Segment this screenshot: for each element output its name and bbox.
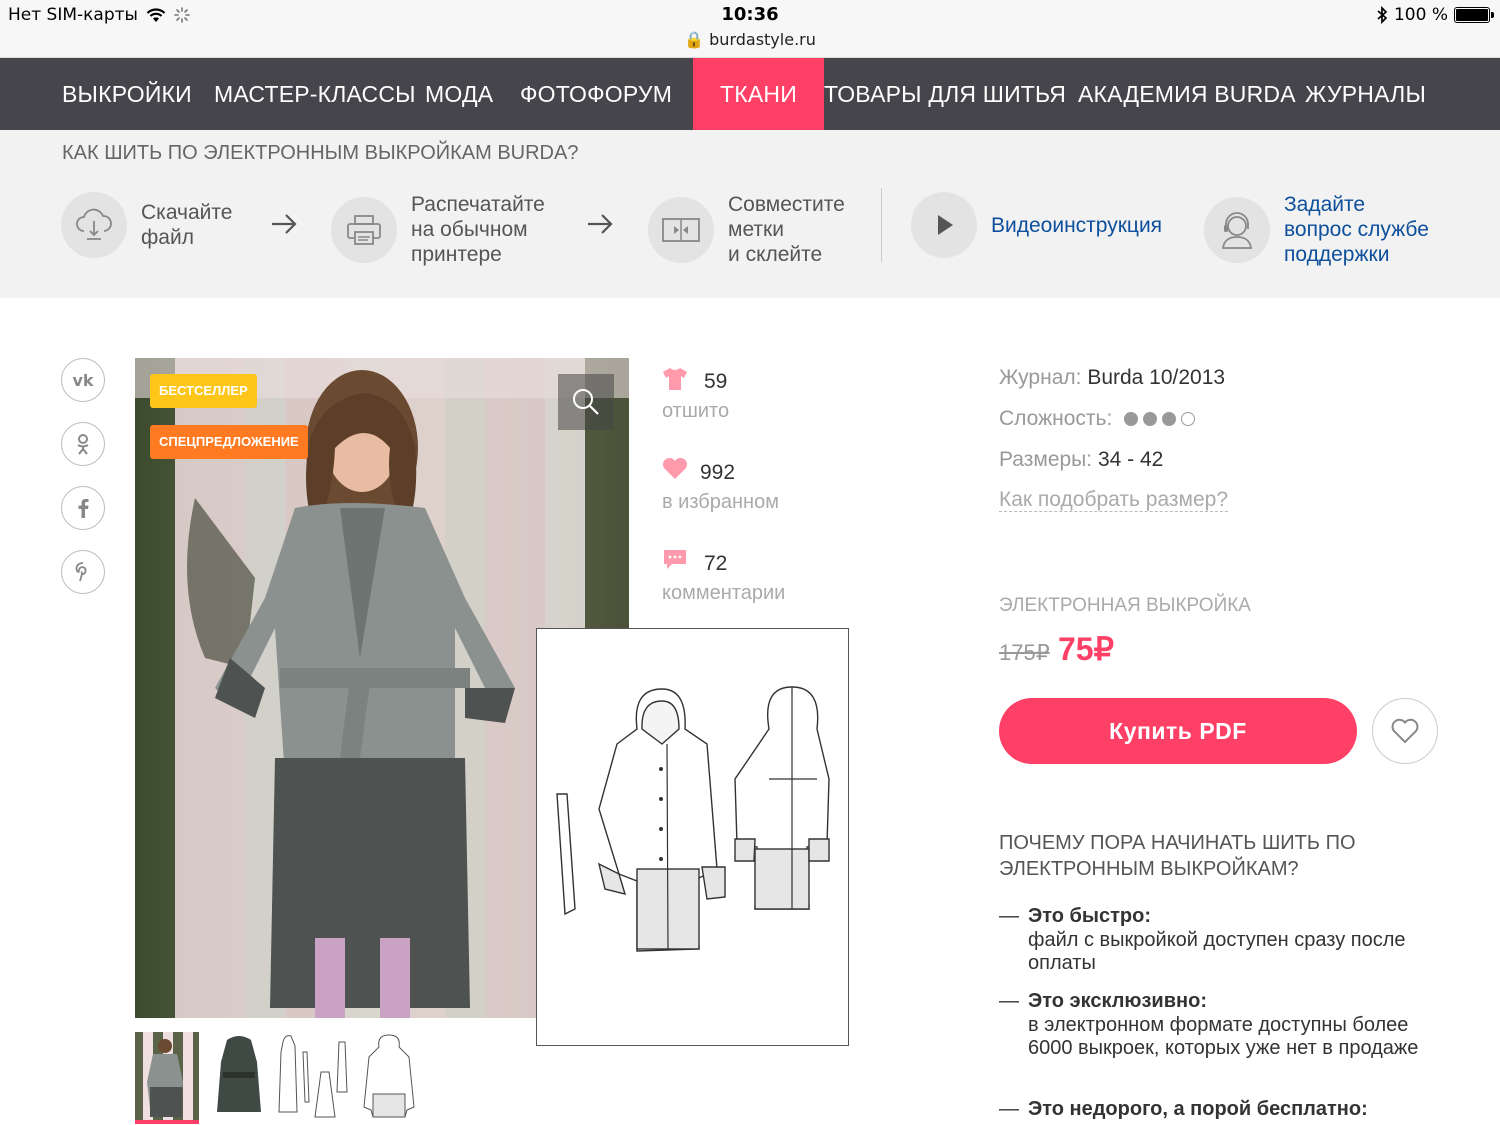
badge-bestseller: БЕСТСЕЛЛЕР: [150, 374, 257, 408]
thumbnail-3[interactable]: [277, 1032, 348, 1120]
buy-pdf-button[interactable]: Купить PDF: [999, 698, 1357, 764]
arrow-right-icon: [272, 214, 297, 234]
difficulty-dots: [1124, 412, 1196, 427]
pattern-type-label: ЭЛЕКТРОННАЯ ВЫКРОЙКА: [999, 595, 1251, 616]
play-icon[interactable]: [911, 192, 977, 258]
why-title: ПОЧЕМУ ПОРА НАЧИНАТЬ ШИТЬ ПО ЭЛЕКТРОННЫМ…: [999, 832, 1356, 880]
reason-exclusive-title: Это эксклюзивно:: [1028, 990, 1207, 1012]
stat-sewn-value: 59: [704, 370, 728, 393]
howto-strip: КАК ШИТЬ ПО ЭЛЕКТРОННЫМ ВЫКРОЙКАМ BURDA?…: [0, 130, 1500, 298]
divider: [881, 188, 882, 262]
badge-special-offer: СПЕЦПРЕДЛОЖЕНИЕ: [150, 425, 308, 459]
thumbnail-selected-indicator: [135, 1120, 199, 1124]
stat-comments-label: комментарии: [662, 582, 786, 604]
facebook-icon[interactable]: [61, 486, 105, 530]
technical-sketch[interactable]: [536, 628, 849, 1046]
cloud-download-icon: [61, 192, 127, 258]
nav-item-fashion[interactable]: МОДА: [425, 58, 493, 130]
nav-item-master-classes[interactable]: МАСТЕР-КЛАССЫ: [214, 58, 416, 130]
printer-icon: [331, 196, 397, 263]
reason-cheap-title: Это недорого, а порой бесплатно:: [1028, 1098, 1368, 1120]
difficulty-row: Сложность:: [999, 407, 1196, 431]
zoom-button[interactable]: [558, 374, 614, 430]
main-nav: ВЫКРОЙКИ МАСТЕР-КЛАССЫ МОДА ФОТОФОРУМ ТК…: [0, 58, 1500, 130]
comment-icon: [664, 550, 686, 569]
support-agent-icon[interactable]: [1204, 196, 1270, 263]
lock-icon: 🔒: [684, 30, 705, 49]
coat-sketch-drawing: [556, 686, 830, 952]
reason-exclusive-text: в электронном формате доступны более 600…: [1028, 1014, 1419, 1059]
nav-item-photoforum[interactable]: ФОТОФОРУМ: [520, 58, 672, 130]
support-label[interactable]: Задайте вопрос службе поддержки: [1284, 192, 1429, 267]
sizes-row: Размеры: 34 - 42: [999, 448, 1163, 472]
support-link[interactable]: Задайте вопрос службе поддержки: [1204, 192, 1429, 267]
stat-comments-value: 72: [704, 552, 728, 575]
thumbnail-4[interactable]: [359, 1032, 423, 1120]
howto-title: КАК ШИТЬ ПО ЭЛЕКТРОННЫМ ВЫКРОЙКАМ BURDA?: [62, 142, 579, 164]
battery-icon: [1454, 7, 1494, 23]
battery-percent: 100 %: [1393, 5, 1448, 25]
magazine-label: Журнал:: [999, 366, 1082, 389]
heart-icon: [662, 458, 688, 479]
step-align-text: Совместите метки и склейте: [728, 193, 845, 266]
bluetooth-icon: [1377, 6, 1388, 24]
nav-item-academy[interactable]: АКАДЕМИЯ BURDA: [1078, 58, 1296, 130]
step-print-text: Распечатайте на обычном принтере: [411, 193, 545, 266]
nav-item-patterns[interactable]: ВЫКРОЙКИ: [62, 58, 192, 130]
difficulty-dot-filled: [1143, 412, 1158, 427]
align-marks-icon: [648, 196, 714, 263]
address-bar[interactable]: 🔒 burdastyle.ru: [0, 30, 1500, 49]
step-print: Распечатайте на обычном принтере: [331, 192, 545, 267]
size-help-link[interactable]: Как подобрать размер?: [999, 488, 1229, 512]
tshirt-icon: [663, 368, 687, 390]
difficulty-label: Сложность:: [999, 407, 1113, 430]
magazine-value: Burda 10/2013: [1087, 366, 1226, 389]
sizes-label: Размеры:: [999, 448, 1093, 471]
add-to-favorites-button[interactable]: [1372, 698, 1438, 764]
step-align: Совместите метки и склейте: [648, 192, 845, 267]
reason-fast-text: файл с выкройкой доступен сразу после оп…: [1028, 929, 1406, 974]
status-right: 100 %: [1376, 5, 1494, 25]
thumbnail-1[interactable]: [135, 1032, 199, 1120]
difficulty-dot-empty: [1181, 412, 1196, 427]
thumbnail-2[interactable]: [207, 1032, 271, 1120]
url-text: burdastyle.ru: [709, 30, 816, 49]
video-instruction-link[interactable]: Видеоинструкция: [911, 192, 1162, 258]
nav-item-fabrics[interactable]: ТКАНИ: [693, 58, 824, 130]
nav-item-sewing-goods[interactable]: ТОВАРЫ ДЛЯ ШИТЬЯ: [824, 58, 1066, 130]
stat-favorites-label: в избранном: [662, 491, 779, 513]
sizes-value: 34 - 42: [1097, 448, 1164, 471]
pinterest-icon[interactable]: [61, 550, 105, 594]
status-bar: Нет SIM-карты 10:36 🔒 burdastyle.ru 100 …: [0, 0, 1500, 58]
stat-sewn-label: отшито: [662, 400, 730, 422]
new-price: 75₽: [1058, 631, 1114, 667]
clock: 10:36: [721, 4, 779, 25]
nav-item-magazines[interactable]: ЖУРНАЛЫ: [1305, 58, 1426, 130]
magazine-row: Журнал: Burda 10/2013: [999, 366, 1225, 390]
difficulty-dot-filled: [1162, 412, 1177, 427]
reason-fast-title: Это быстро:: [1028, 905, 1151, 927]
arrow-right-icon: [588, 214, 613, 234]
vk-icon[interactable]: vk: [61, 358, 105, 402]
heart-outline-icon: [1391, 718, 1419, 744]
difficulty-dot-filled: [1124, 412, 1139, 427]
odnoklassniki-icon[interactable]: [61, 422, 105, 466]
stat-favorites-value: 992: [700, 461, 736, 484]
video-instruction-label[interactable]: Видеоинструкция: [991, 213, 1162, 238]
old-price: 175₽: [999, 640, 1050, 665]
size-help-row: Как подобрать размер?: [999, 488, 1229, 512]
search-icon: [573, 389, 599, 415]
step-download-text: Скачайте файл: [141, 201, 233, 249]
step-download: Скачайте файл: [61, 192, 232, 258]
